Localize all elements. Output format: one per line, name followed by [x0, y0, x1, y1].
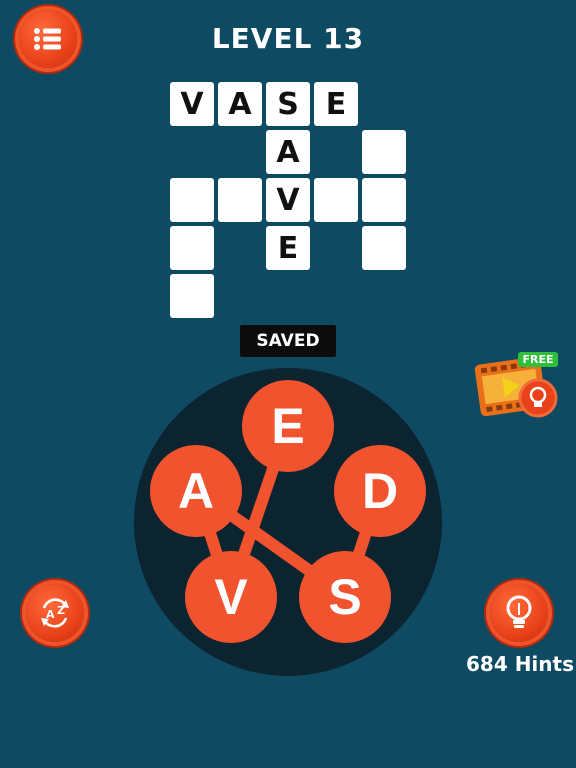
grid-cell: V	[170, 82, 214, 126]
svg-text:Z: Z	[57, 604, 65, 617]
wheel-letter-d[interactable]: D	[334, 445, 426, 537]
grid-cell	[170, 274, 214, 318]
grid-cell: S	[266, 82, 310, 126]
shuffle-icon: A Z	[41, 598, 69, 628]
svg-text:A: A	[46, 608, 55, 621]
free-video-hint-button[interactable]: FREE	[474, 350, 564, 422]
word-preview: SAVED	[240, 325, 336, 357]
grid-cell	[314, 178, 358, 222]
grid-cell: V	[266, 178, 310, 222]
grid-cell	[170, 226, 214, 270]
wheel-letter-e[interactable]: E	[242, 380, 334, 472]
grid-cell: E	[314, 82, 358, 126]
hints-count: 684 Hints	[465, 652, 574, 676]
hint-button[interactable]	[490, 584, 548, 642]
grid-cell	[362, 130, 406, 174]
grid-cell: A	[266, 130, 310, 174]
free-badge: FREE	[522, 353, 554, 366]
grid-cell	[362, 226, 406, 270]
grid-cell	[362, 178, 406, 222]
wheel-letter-s[interactable]: S	[299, 551, 391, 643]
wheel-letter-a[interactable]: A	[150, 445, 242, 537]
grid-cell: A	[218, 82, 262, 126]
shuffle-button[interactable]: A Z	[26, 584, 84, 642]
wheel-letter-v[interactable]: V	[185, 551, 277, 643]
grid-cell	[170, 178, 214, 222]
grid-cell	[218, 178, 262, 222]
level-title: LEVEL 13	[211, 22, 365, 55]
lightbulb-icon	[506, 595, 532, 628]
grid-cell: E	[266, 226, 310, 270]
